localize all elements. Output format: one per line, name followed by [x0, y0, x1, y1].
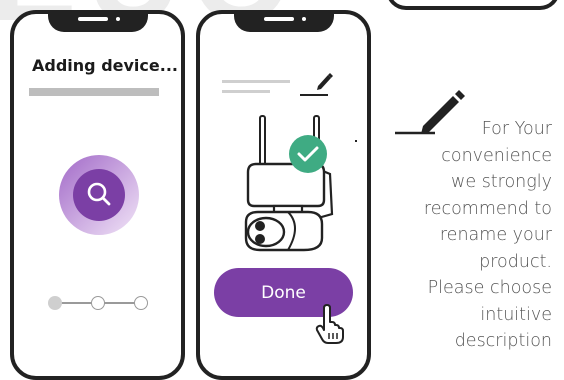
- instruction-line: rename your: [439, 225, 552, 245]
- instruction-line: For Your: [481, 119, 552, 139]
- progress-bar: [29, 88, 159, 96]
- pencil-icon[interactable]: [312, 70, 334, 92]
- name-field-underline: [300, 94, 328, 96]
- instruction-line: we strongly: [451, 172, 552, 192]
- check-icon: [289, 135, 327, 173]
- phone-notch: [233, 10, 334, 32]
- name-field-line: [222, 80, 290, 83]
- decor-dot: [355, 140, 357, 142]
- hand-pointer-icon: [315, 304, 344, 344]
- phone-adding-device: Adding device...: [10, 10, 185, 380]
- phone-notch: [47, 10, 148, 32]
- instruction-text: For Your convenience we strongly recomme…: [382, 116, 552, 355]
- name-field-line: [222, 90, 270, 93]
- instruction-line: product.: [479, 251, 552, 272]
- step-indicator: [134, 296, 148, 310]
- instruction-line: Please choose: [427, 278, 552, 298]
- step-indicator: [91, 296, 105, 310]
- instruction-line: intuitive: [480, 304, 552, 325]
- adding-device-title: Adding device...: [32, 56, 178, 75]
- phone-rename-device: Done: [196, 10, 371, 380]
- instruction-line: convenience: [441, 145, 552, 166]
- instruction-line: recommend to: [423, 198, 552, 219]
- search-icon: [59, 155, 139, 235]
- partial-phone-outline: [386, 0, 560, 10]
- step-indicator-active: [48, 296, 62, 310]
- instruction-line: description: [454, 331, 552, 351]
